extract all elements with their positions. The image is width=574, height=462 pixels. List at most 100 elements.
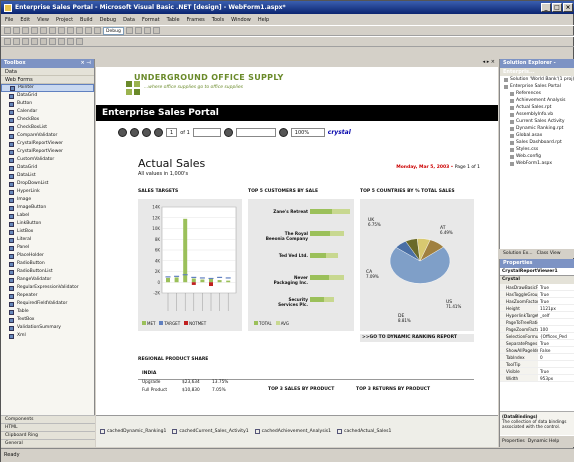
toolbox-item[interactable]: PlaceHolder [1,252,94,260]
menu-debug[interactable]: Debug [100,17,116,23]
underline-icon[interactable] [49,38,56,45]
toolbox-item[interactable]: CustomValidator [1,156,94,164]
next-page-icon[interactable] [142,128,151,137]
align-left-icon[interactable] [4,38,11,45]
toolbox-item[interactable]: RegularExpressionValidator [1,284,94,292]
property-row[interactable]: SelectionFormula{Offices_Ped [500,333,574,340]
menu-window[interactable]: Window [231,17,251,23]
copy-icon[interactable] [58,27,65,34]
toolbox-item[interactable]: RangeValidator [1,276,94,284]
tab-solution-explorer[interactable]: Solution Ex... [503,249,533,258]
property-row[interactable]: Visible True [500,368,574,375]
toolbox-item[interactable]: DataGrid [1,164,94,172]
solution-item[interactable]: WebForm1.aspx [504,160,574,167]
toolbox-item[interactable]: Literal [1,236,94,244]
solution-item[interactable]: References [504,90,574,97]
toolbox-item[interactable]: TextBox [1,316,94,324]
toolbox-section-webforms[interactable]: Web Forms [1,76,94,84]
design-surface[interactable]: ◂ ▸ × UNDERGROUND OFFICE SUPPLY ...where… [96,59,498,415]
menu-edit[interactable]: Edit [20,17,30,23]
toolbox-item[interactable]: CompareValidator [1,132,94,140]
menu-build[interactable]: Build [80,17,93,23]
property-row[interactable]: PageZoomFactor 100 [500,326,574,333]
toolbox-item[interactable]: ListBox [1,228,94,236]
config-dropdown[interactable]: Debug [103,26,124,35]
toolbox-icon[interactable] [152,27,160,34]
list-icon[interactable] [67,38,74,45]
toolbox-item[interactable]: Panel [1,244,94,252]
find-icon[interactable] [125,27,133,34]
search-field[interactable] [192,128,221,137]
tray-item[interactable]: cachedDynamic_Ranking1 [100,426,166,437]
toolbox-item[interactable]: Xml [1,332,94,340]
toolbox-item[interactable]: Image [1,196,94,204]
menu-view[interactable]: View [37,17,49,23]
first-page-icon[interactable] [118,128,127,137]
menu-help[interactable]: Help [258,17,269,23]
group-field[interactable] [235,128,276,137]
solution-item[interactable]: Global.asax [504,132,574,139]
toolbox-item[interactable]: LinkButton [1,220,94,228]
dynamic-ranking-link[interactable]: >>GO TO DYNAMIC RANKING REPORT [360,334,474,342]
solution-item[interactable]: Solution 'World Bank'(1 proj) [504,76,574,83]
redo-icon[interactable] [85,27,92,34]
toolbox-item[interactable]: Table [1,308,94,316]
property-row[interactable]: SeparatePages True [500,340,574,347]
toolbox-tab-html[interactable]: HTML [1,423,95,431]
maximize-button[interactable]: □ [552,3,562,12]
close-button[interactable]: × [563,3,573,12]
menu-project[interactable]: Project [56,17,73,23]
minimize-button[interactable]: _ [541,3,551,12]
new-project-icon[interactable] [4,27,11,34]
tab-class-view[interactable]: Class View [537,249,561,258]
page-number-field[interactable]: 1 [166,128,178,137]
indent-icon[interactable] [76,38,83,45]
property-row[interactable]: Height 1121px [500,305,574,312]
property-row[interactable]: HasZoomFactor True [500,298,574,305]
open-icon[interactable] [22,27,29,34]
close-icon[interactable]: × ⊣ [80,59,91,68]
solution-item[interactable]: Styles.css [504,146,574,153]
tab-properties[interactable]: Properties [502,436,525,447]
toolbox-item[interactable]: Pointer [1,84,94,92]
toolbox-item[interactable]: CheckBox [1,116,94,124]
menu-tools[interactable]: Tools [212,17,224,23]
toolbox-item[interactable]: CrystalReportViewer [1,148,94,156]
properties-object-select[interactable]: CrystalReportViewer1 Crystal [500,268,574,282]
tab-dynamic-help[interactable]: Dynamic Help [528,436,560,447]
menu-format[interactable]: Format [142,17,160,23]
toolbox-item[interactable]: Repeater [1,292,94,300]
toolbox-item[interactable]: DataGrid [1,92,94,100]
zoom-select[interactable]: 100% [290,128,325,137]
property-row[interactable]: HasDrawBasicFuncTrue [500,284,574,291]
bold-icon[interactable] [31,38,38,45]
properties-icon[interactable] [143,27,151,34]
solution-item[interactable]: Enterprise Sales Portal [504,83,574,90]
toolbox-item[interactable]: RequiredFieldValidator [1,300,94,308]
toolbox-item[interactable]: CrystalReportViewer [1,140,94,148]
cut-icon[interactable] [49,27,56,34]
tab-arrows-icon[interactable]: ◂ ▸ × [483,59,495,65]
paste-icon[interactable] [67,27,74,34]
menu-table[interactable]: Table [167,17,180,23]
toolbox-item[interactable]: RadioButtonList [1,268,94,276]
toolbox-item[interactable]: RadioButton [1,260,94,268]
property-row[interactable]: ShowAllPageIds False [500,347,574,354]
toolbox-tab-components[interactable]: Components [1,415,95,423]
align-right-icon[interactable] [22,38,29,45]
menu-data[interactable]: Data [123,17,135,23]
property-row[interactable]: TabIndex 0 [500,354,574,361]
menu-frames[interactable]: Frames [187,17,205,23]
solution-item[interactable]: Sales Dashboard.rpt [504,139,574,146]
property-row[interactable]: ToolTip [500,361,574,368]
solution-item[interactable]: Dynamic Ranking.rpt [504,125,574,132]
toolbox-item[interactable]: ImageButton [1,204,94,212]
property-row[interactable]: HyperlinkTarget _self [500,312,574,319]
solution-item[interactable]: Web.config [504,153,574,160]
tray-item[interactable]: cachedActual_Sales1 [337,426,391,437]
search-icon[interactable] [278,128,288,137]
start-icon[interactable] [94,27,101,34]
toolbox-item[interactable]: Label [1,212,94,220]
align-center-icon[interactable] [13,38,20,45]
toolbox-section-data[interactable]: Data [1,68,94,76]
